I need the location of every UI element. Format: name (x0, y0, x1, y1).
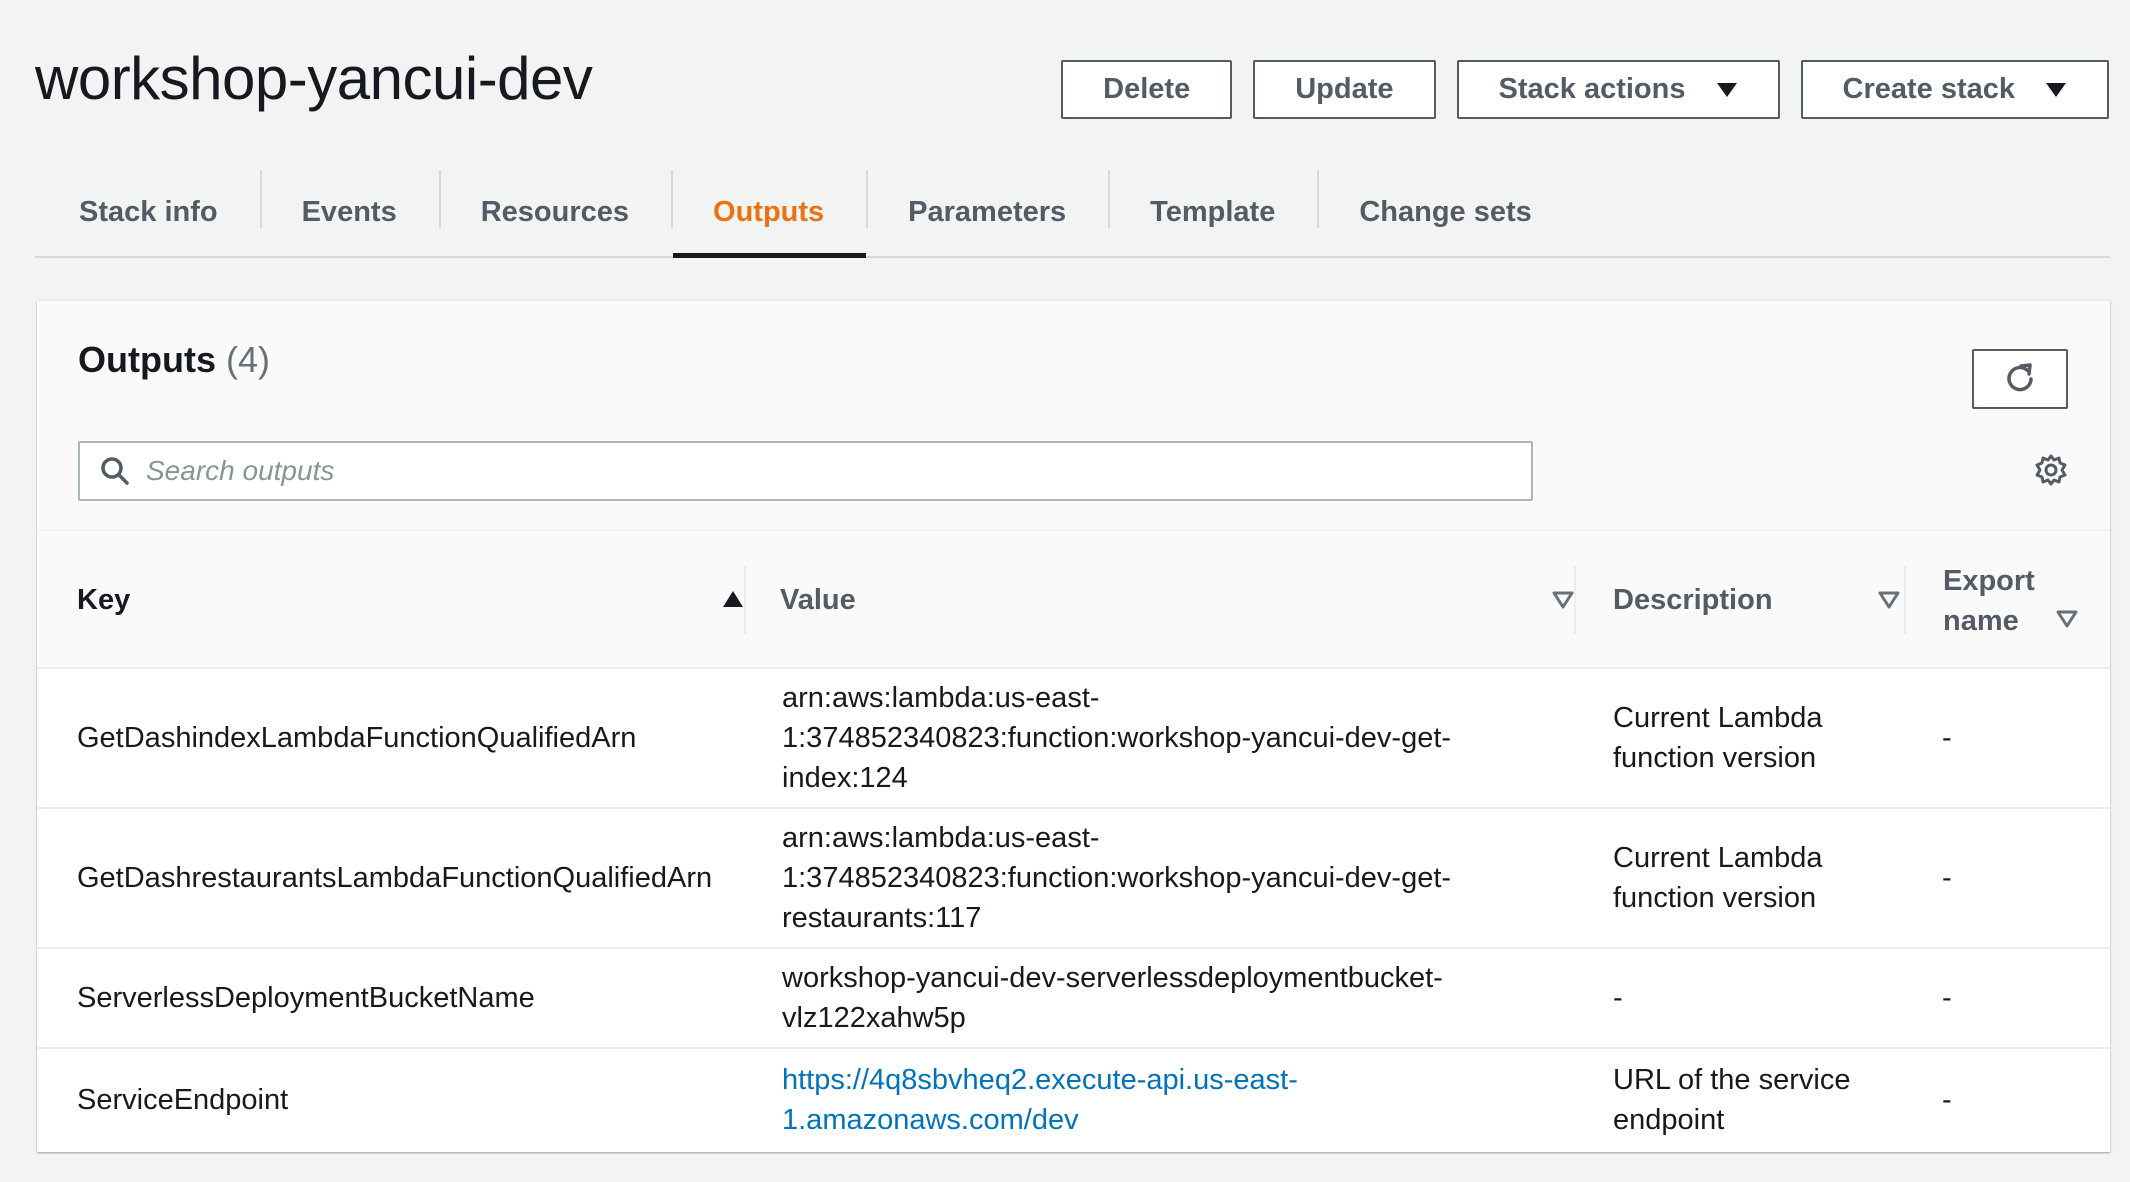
column-header-value[interactable]: Value (744, 532, 1574, 669)
output-value-line: index:124 (782, 762, 908, 794)
column-export-name-line1: Export (1943, 564, 2035, 597)
gear-icon (2035, 454, 2067, 486)
output-value-line: arn:aws:lambda:us-east- (782, 682, 1100, 714)
table-row: GetDashindexLambdaFunctionQualifiedArn a… (37, 669, 2110, 809)
outputs-title: Outputs (4) (78, 339, 270, 381)
delete-label: Delete (1103, 73, 1191, 105)
tab-change-sets[interactable]: Change sets (1317, 168, 1573, 256)
output-description: Current Lambda function version (1613, 809, 1823, 947)
outputs-panel-header: Outputs (4) (37, 301, 2110, 531)
table-row: ServiceEndpoint https://4q8sbvheq2.execu… (37, 1049, 2110, 1151)
create-stack-label: Create stack (1842, 73, 2016, 105)
output-description-line: Current Lambda (1613, 842, 1823, 874)
output-key: ServerlessDeploymentBucketName (77, 982, 535, 1014)
output-export-name: - (1942, 982, 1952, 1014)
output-export-name: - (1942, 862, 1952, 894)
output-description-line: function version (1613, 742, 1817, 774)
search-icon (101, 457, 129, 485)
output-description-line: Current Lambda (1613, 702, 1823, 734)
column-header-export-name[interactable]: Export name (1904, 532, 2110, 669)
tab-template[interactable]: Template (1108, 168, 1317, 256)
output-description-line: URL of the service (1613, 1064, 1851, 1096)
update-label: Update (1295, 73, 1394, 105)
output-export-name: - (1942, 1084, 1952, 1116)
caret-down-icon (2046, 82, 2066, 97)
output-value-line: arn:aws:lambda:us-east- (782, 822, 1100, 854)
delete-button[interactable]: Delete (1061, 60, 1233, 119)
tab-bar: Stack info Events Resources Outputs Para… (35, 168, 2110, 258)
column-header-description[interactable]: Description (1574, 532, 1904, 669)
column-export-name-line2: name (1943, 604, 2019, 637)
tab-stack-info[interactable]: Stack info (35, 168, 260, 256)
output-value-line: 1:374852340823:function:workshop-yancui-… (782, 722, 1452, 754)
create-stack-button[interactable]: Create stack (1800, 60, 2109, 119)
column-divider (1904, 566, 1906, 634)
output-value-line: https://4q8sbvheq2.execute-api.us-east- (782, 1064, 1298, 1096)
output-value-line: 1:374852340823:function:workshop-yancui-… (782, 862, 1452, 894)
column-header-key[interactable]: Key (77, 532, 747, 669)
output-key: ServiceEndpoint (77, 1084, 289, 1116)
caret-down-icon (1716, 82, 1737, 97)
column-export-name-label: Export name (1943, 561, 2035, 641)
output-description: Current Lambda function version (1613, 669, 1823, 807)
output-value-line: vlz122xahw5p (782, 1002, 966, 1034)
refresh-icon (2007, 363, 2033, 392)
output-key: GetDashindexLambdaFunctionQualifiedArn (77, 722, 637, 754)
output-key: GetDashrestaurantsLambdaFunctionQualifie… (77, 862, 713, 894)
sort-descending-outline-icon (2056, 610, 2078, 628)
table-row: ServerlessDeploymentBucketName workshop-… (37, 949, 2110, 1049)
stack-actions-label: Stack actions (1498, 73, 1686, 105)
tab-events[interactable]: Events (259, 168, 439, 256)
output-value-line: workshop-yancui-dev-serverlessdeployment… (782, 962, 1443, 994)
update-button[interactable]: Update (1253, 60, 1436, 119)
table-header: Key Value Description Export name (37, 532, 2110, 669)
output-value: arn:aws:lambda:us-east- 1:374852340823:f… (782, 809, 1451, 947)
output-description-line: endpoint (1613, 1104, 1725, 1136)
output-description: - (1613, 982, 1623, 1014)
sort-ascending-icon (723, 591, 743, 607)
table-row: GetDashrestaurantsLambdaFunctionQualifie… (37, 809, 2110, 949)
settings-button[interactable] (2032, 451, 2070, 489)
search-field[interactable] (78, 441, 1533, 501)
tab-outputs[interactable]: Outputs (671, 168, 867, 258)
output-export-name: - (1942, 722, 1952, 754)
sort-descending-outline-icon (1552, 591, 1574, 609)
output-description: URL of the service endpoint (1613, 1049, 1850, 1151)
header-actions: Delete Update Stack actions Create stack (1061, 60, 2109, 119)
refresh-button[interactable] (1972, 349, 2068, 409)
stack-actions-button[interactable]: Stack actions (1456, 60, 1780, 119)
output-description-line: function version (1613, 882, 1817, 914)
column-divider (1574, 566, 1576, 634)
page-title: workshop-yancui-dev (35, 45, 593, 112)
column-key-label: Key (77, 584, 131, 616)
column-value-label: Value (780, 584, 856, 616)
outputs-title-text: Outputs (78, 339, 216, 380)
outputs-panel: Outputs(4) Key (37, 300, 2110, 1152)
search-input[interactable] (146, 455, 1446, 487)
output-value: arn:aws:lambda:us-east- 1:374852340823:f… (782, 669, 1451, 807)
output-value: https://4q8sbvheq2.execute-api.us-east- … (782, 1049, 1298, 1151)
tab-parameters[interactable]: Parameters (866, 168, 1108, 256)
output-value: workshop-yancui-dev-serverlessdeployment… (782, 949, 1443, 1047)
sort-descending-outline-icon (1878, 591, 1900, 609)
output-value-line: restaurants:117 (782, 902, 982, 934)
service-endpoint-link[interactable]: https://4q8sbvheq2.execute-api.us-east- … (782, 1060, 1298, 1140)
column-divider (744, 566, 746, 634)
outputs-count: (4) (225, 339, 270, 380)
column-description-label: Description (1613, 584, 1773, 616)
table-body: GetDashindexLambdaFunctionQualifiedArn a… (37, 669, 2110, 1151)
output-value-line: 1.amazonaws.com/dev (782, 1104, 1079, 1136)
tab-resources[interactable]: Resources (438, 168, 671, 256)
